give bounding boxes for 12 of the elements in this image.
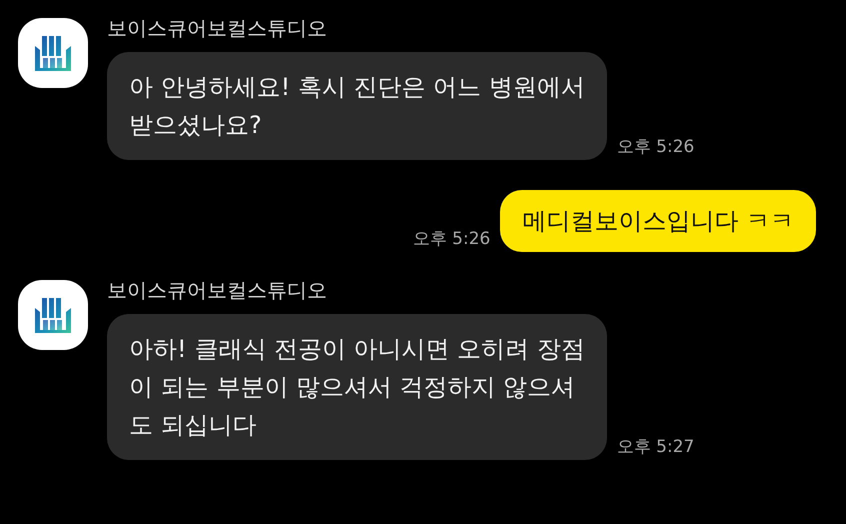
message-bubble: 아하! 클래식 전공이 아니시면 오히려 장점 이 되는 부분이 많으셔서 걱정하지 않으셔 도 되십니다 — [107, 314, 607, 460]
sender-name: 보이스큐어보컬스튜디오 — [107, 277, 328, 304]
logo-icon — [34, 34, 72, 72]
sender-name: 보이스큐어보컬스튜디오 — [107, 15, 328, 42]
message-time: 오후 5:26 — [412, 228, 490, 251]
message-bubble: 아 안녕하세요! 혹시 진단은 어느 병원에서 받으셨나요? — [107, 52, 607, 160]
profile-avatar[interactable] — [18, 280, 88, 350]
profile-avatar[interactable] — [18, 18, 88, 88]
logo-icon — [34, 296, 72, 334]
message-bubble: 메디컬보이스입니다 ㅋㅋ — [500, 190, 816, 252]
message-time: 오후 5:27 — [616, 436, 694, 459]
message-time: 오후 5:26 — [616, 136, 694, 159]
